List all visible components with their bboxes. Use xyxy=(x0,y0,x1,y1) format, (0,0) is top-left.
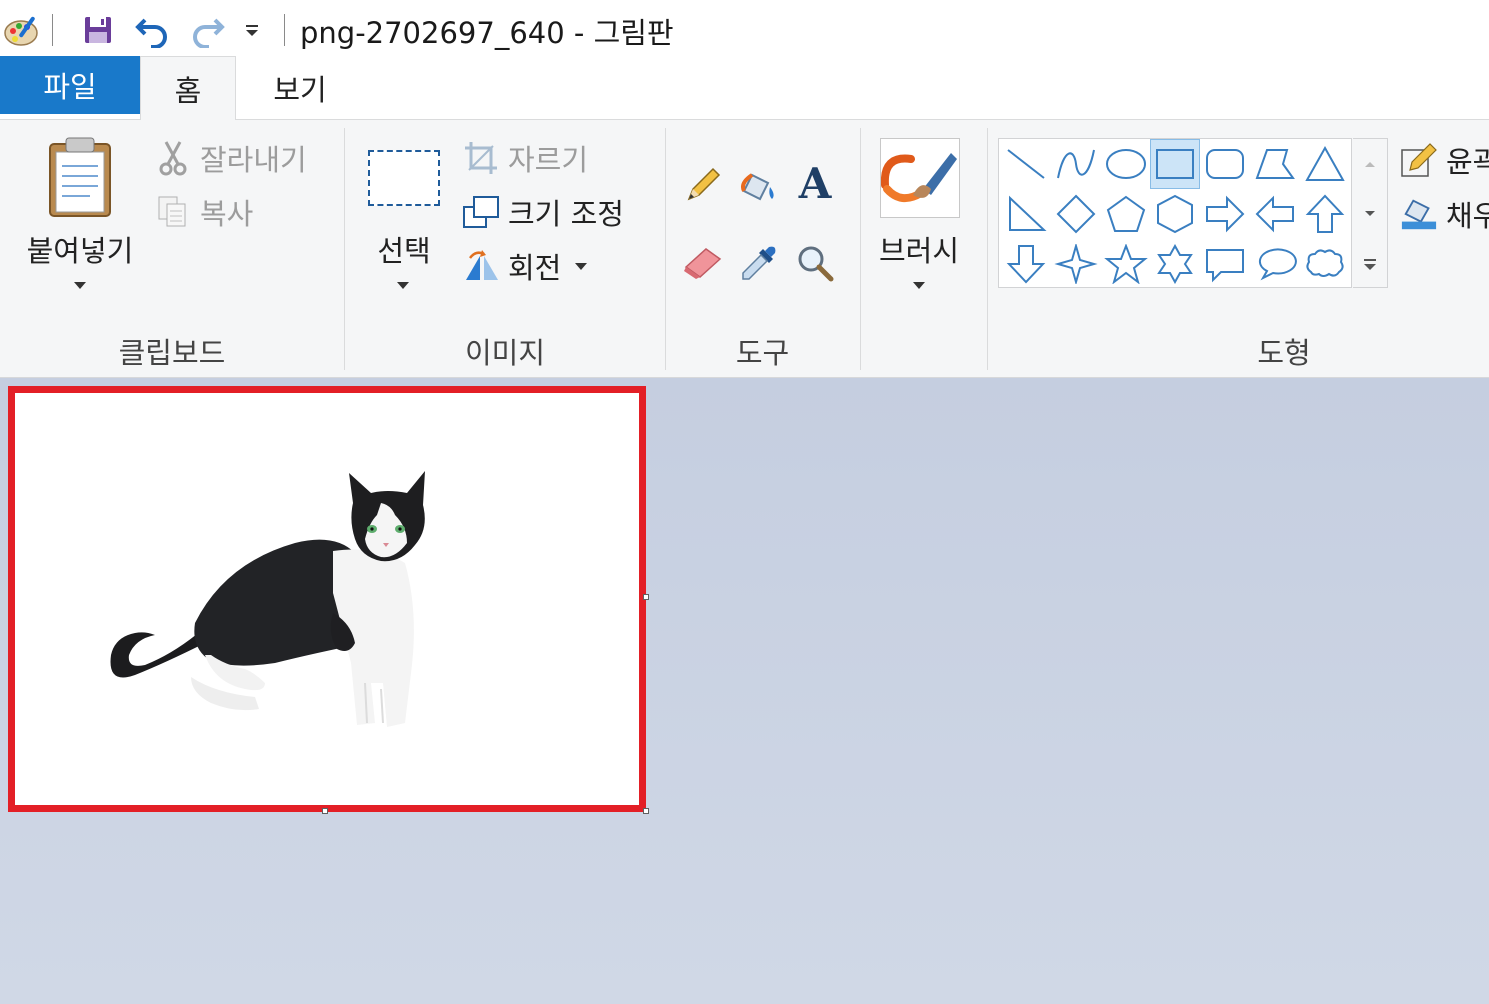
cat-image xyxy=(110,471,425,727)
paste-button[interactable]: 붙여넣기 xyxy=(16,228,144,270)
up-arrow-shape-icon[interactable] xyxy=(1300,189,1350,239)
outline-pencil-icon xyxy=(1400,141,1438,179)
image-group-label: 이미지 xyxy=(464,336,546,370)
title-separator xyxy=(284,14,285,46)
title-bar: png-2702697_640 - 그림판 xyxy=(0,0,1489,58)
shapes-group-label: 도형 xyxy=(1257,336,1311,370)
qat-separator xyxy=(52,14,53,46)
canvas-resize-handle-bottom[interactable] xyxy=(322,808,328,814)
oval-shape-icon[interactable] xyxy=(1101,139,1151,189)
clipboard-group-label: 클립보드 xyxy=(118,336,226,370)
select-button[interactable]: 선택 xyxy=(356,228,452,270)
gallery-scroll-down-icon[interactable] xyxy=(1353,189,1387,239)
right-triangle-shape-icon[interactable] xyxy=(1001,189,1051,239)
ribbon: 붙여넣기 잘라내기 복사 클립보드 선택 자르기 크기 조정 회전 이미지 A … xyxy=(0,120,1489,378)
curve-shape-icon[interactable] xyxy=(1051,139,1101,189)
fill-bucket-small-icon xyxy=(1400,195,1438,233)
canvas-workspace[interactable] xyxy=(0,378,1489,1004)
polygon-shape-icon[interactable] xyxy=(1250,139,1300,189)
resize-button[interactable]: 크기 조정 xyxy=(462,190,624,234)
rotate-label: 회전 xyxy=(508,251,562,285)
five-point-star-shape-icon[interactable] xyxy=(1101,239,1151,289)
hexagon-shape-icon[interactable] xyxy=(1150,189,1200,239)
oval-callout-shape-icon[interactable] xyxy=(1250,239,1300,289)
shape-fill-button[interactable]: 채우기 xyxy=(1400,192,1489,236)
cut-button[interactable]: 잘라내기 xyxy=(154,136,307,180)
cloud-callout-shape-icon[interactable] xyxy=(1300,239,1350,289)
tab-view[interactable]: 보기 xyxy=(240,56,360,120)
diamond-shape-icon[interactable] xyxy=(1051,189,1101,239)
copy-button[interactable]: 복사 xyxy=(154,190,253,234)
fill-bucket-icon[interactable] xyxy=(734,160,784,210)
scissors-icon xyxy=(154,139,192,177)
cut-label: 잘라내기 xyxy=(200,143,307,177)
rotate-icon xyxy=(462,247,500,285)
pencil-icon[interactable] xyxy=(678,160,728,210)
shape-fill-label: 채우기 xyxy=(1446,199,1489,233)
canvas-resize-handle-right[interactable] xyxy=(643,594,649,600)
crop-icon xyxy=(462,139,500,177)
brushes-button[interactable]: 브러시 xyxy=(866,228,972,270)
redo-icon[interactable] xyxy=(186,10,228,50)
ribbon-tab-bar: 파일 홈 보기 xyxy=(0,56,1489,121)
select-dropdown-icon[interactable] xyxy=(397,282,409,289)
resize-icon xyxy=(462,193,500,231)
drawing-canvas[interactable] xyxy=(8,386,646,812)
customize-dropdown-icon[interactable] xyxy=(240,10,264,50)
rotate-button[interactable]: 회전 xyxy=(462,244,588,288)
shapes-gallery-scrollbar xyxy=(1353,138,1388,288)
select-icon[interactable] xyxy=(368,150,440,206)
rectangular-callout-shape-icon[interactable] xyxy=(1200,239,1250,289)
crop-button[interactable]: 자르기 xyxy=(462,136,588,180)
copy-icon xyxy=(154,193,192,231)
triangle-shape-icon[interactable] xyxy=(1300,139,1350,189)
tab-file[interactable]: 파일 xyxy=(0,56,140,114)
four-point-star-shape-icon[interactable] xyxy=(1051,239,1101,289)
rotate-dropdown-icon[interactable] xyxy=(575,262,588,270)
gallery-scroll-up-icon[interactable] xyxy=(1353,139,1387,189)
brushes-icon[interactable] xyxy=(880,138,960,218)
color-picker-icon[interactable] xyxy=(734,238,784,288)
undo-icon[interactable] xyxy=(132,10,174,50)
resize-label: 크기 조정 xyxy=(508,197,624,231)
text-icon[interactable]: A xyxy=(790,158,840,208)
down-arrow-shape-icon[interactable] xyxy=(1001,239,1051,289)
canvas-resize-handle-corner[interactable] xyxy=(643,808,649,814)
left-arrow-shape-icon[interactable] xyxy=(1250,189,1300,239)
save-icon[interactable] xyxy=(78,10,118,50)
line-shape-icon[interactable] xyxy=(1001,139,1051,189)
six-point-star-shape-icon[interactable] xyxy=(1150,239,1200,289)
paste-icon[interactable] xyxy=(40,134,120,218)
pentagon-shape-icon[interactable] xyxy=(1101,189,1151,239)
right-arrow-shape-icon[interactable] xyxy=(1200,189,1250,239)
copy-label: 복사 xyxy=(200,197,254,231)
magnifier-icon[interactable] xyxy=(790,238,840,288)
gallery-expand-icon[interactable] xyxy=(1353,239,1387,289)
window-title: png-2702697_640 - 그림판 xyxy=(300,16,674,50)
tools-group-label: 도구 xyxy=(735,336,790,370)
group-separator xyxy=(860,128,861,370)
rounded-rectangle-shape-icon[interactable] xyxy=(1200,139,1250,189)
brushes-dropdown-icon[interactable] xyxy=(913,282,925,289)
paint-app-icon[interactable] xyxy=(2,10,42,50)
shape-outline-button[interactable]: 윤곽선 xyxy=(1400,138,1489,182)
rectangle-shape-icon[interactable] xyxy=(1150,139,1200,189)
paste-dropdown-icon[interactable] xyxy=(74,282,86,289)
shapes-gallery xyxy=(998,138,1352,288)
crop-label: 자르기 xyxy=(508,143,589,177)
tab-home[interactable]: 홈 xyxy=(140,56,236,121)
eraser-icon[interactable] xyxy=(678,238,728,288)
shape-outline-label: 윤곽선 xyxy=(1446,145,1489,179)
